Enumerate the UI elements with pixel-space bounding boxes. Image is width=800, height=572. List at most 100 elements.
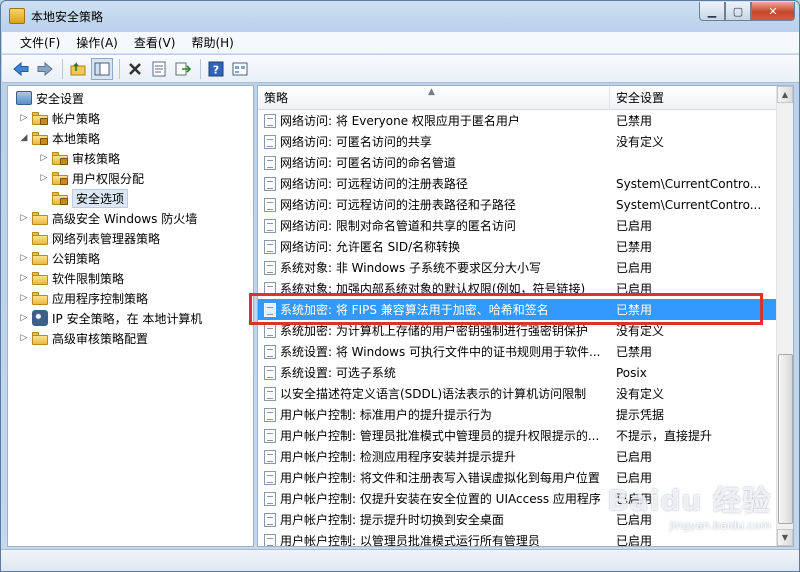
- policy-cell: 系统设置: 将 Windows 可执行文件中的证书规则用于软件...: [258, 343, 610, 360]
- scroll-up-button[interactable]: ▲: [777, 86, 793, 103]
- tree-item-label: 帐户策略: [52, 111, 101, 126]
- policy-icon: [264, 176, 276, 191]
- table-row[interactable]: 网络访问: 允许匿名 SID/名称转换 已禁用: [258, 236, 778, 257]
- menu-view[interactable]: 查看(V): [126, 33, 184, 53]
- title-bar[interactable]: 本地安全策略 ▁ ▢ ✕: [1, 1, 799, 31]
- chevron-up-icon: ▲: [781, 90, 789, 99]
- collapsed-arrow-icon[interactable]: ▷: [18, 273, 30, 283]
- help-button[interactable]: ?: [205, 58, 227, 80]
- table-row[interactable]: 以安全描述符定义语言(SDDL)语法表示的计算机访问限制 没有定义: [258, 383, 778, 404]
- collapsed-arrow-icon[interactable]: ▷: [38, 153, 50, 163]
- view-icon: [232, 62, 248, 75]
- export-icon: [175, 62, 191, 75]
- delete-button[interactable]: [124, 58, 146, 80]
- table-row[interactable]: 网络访问: 将 Everyone 权限应用于匿名用户 已禁用: [258, 110, 778, 131]
- table-row[interactable]: 系统设置: 将 Windows 可执行文件中的证书规则用于软件... 已禁用: [258, 341, 778, 362]
- scroll-down-button[interactable]: ▼: [777, 529, 793, 546]
- view-button[interactable]: [229, 58, 251, 80]
- close-button[interactable]: ✕: [751, 2, 795, 21]
- security-setting-value: 没有定义: [616, 387, 665, 401]
- maximize-button[interactable]: ▢: [725, 2, 751, 21]
- collapsed-arrow-icon[interactable]: ▷: [18, 293, 30, 303]
- menu-action[interactable]: 操作(A): [68, 33, 126, 53]
- show-hide-tree-button[interactable]: [91, 57, 113, 80]
- collapsed-arrow-icon[interactable]: ▷: [18, 113, 30, 123]
- policy-icon: [264, 134, 276, 149]
- tree-item[interactable]: ▷ 帐户策略: [18, 108, 100, 128]
- table-row[interactable]: 用户帐户控制: 检测应用程序安装并提示提升 已启用: [258, 446, 778, 467]
- back-arrow-icon: [13, 61, 29, 76]
- table-row[interactable]: 用户帐户控制: 标准用户的提升提示行为 提示凭据: [258, 404, 778, 425]
- collapsed-arrow-icon[interactable]: ▷: [38, 173, 50, 183]
- policy-icon: [264, 491, 276, 506]
- table-row[interactable]: 网络访问: 可远程访问的注册表路径和子路径 System\CurrentContr…: [258, 194, 778, 215]
- forward-button[interactable]: [34, 58, 56, 80]
- policy-icon: [264, 302, 276, 317]
- tree-item-root[interactable]: 安全设置: [12, 88, 84, 108]
- vertical-scrollbar[interactable]: ▲ ▼: [776, 86, 793, 546]
- security-setting-value: 没有定义: [616, 135, 665, 149]
- policy-cell: 用户帐户控制: 将文件和注册表写入错误虚拟化到每用户位置: [258, 469, 610, 486]
- column-header-policy[interactable]: ▲ 策略: [258, 86, 610, 110]
- tree-item[interactable]: ◢ 本地策略: [18, 128, 100, 148]
- tree-item[interactable]: ▷ 软件限制策略: [18, 268, 124, 288]
- tree-item[interactable]: ▷ 用户权限分配: [38, 168, 144, 188]
- policy-cell: 系统加密: 将 FIPS 兼容算法用于加密、哈希和签名: [258, 301, 610, 318]
- collapsed-arrow-icon[interactable]: ▷: [18, 333, 30, 343]
- table-row-selected[interactable]: 系统加密: 将 FIPS 兼容算法用于加密、哈希和签名 已禁用: [258, 299, 778, 320]
- collapsed-arrow-icon[interactable]: ▷: [18, 213, 30, 223]
- table-row[interactable]: 用户帐户控制: 以管理员批准模式运行所有管理员 已启用: [258, 530, 778, 547]
- menu-help[interactable]: 帮助(H): [183, 33, 241, 53]
- tree-item[interactable]: ▷ 高级审核策略配置: [18, 328, 148, 348]
- table-row[interactable]: 网络访问: 限制对命名管道和共享的匿名访问 已启用: [258, 215, 778, 236]
- forward-arrow-icon: [37, 61, 53, 76]
- tree-item[interactable]: ▷ 应用程序控制策略: [18, 288, 148, 308]
- table-row[interactable]: 网络访问: 可匿名访问的共享 没有定义: [258, 131, 778, 152]
- policy-icon: [264, 113, 276, 128]
- policy-list[interactable]: ▲ 策略 安全设置 网络访问: 将 Everyone 权限应用于匿名用户 已禁用网…: [257, 85, 794, 547]
- export-list-button[interactable]: [172, 58, 194, 80]
- table-row[interactable]: 系统对象: 非 Windows 子系统不要求区分大小写 已启用: [258, 257, 778, 278]
- folder-icon: [32, 231, 48, 245]
- tree-item-label: 安全设置: [36, 91, 85, 106]
- up-one-level-button[interactable]: [67, 58, 89, 80]
- security-setting-value: 已禁用: [616, 114, 653, 128]
- tree-item[interactable]: 安全选项: [38, 188, 129, 208]
- up-folder-icon: [70, 61, 86, 75]
- policy-name: 用户帐户控制: 检测应用程序安装并提示提升: [280, 450, 516, 464]
- tree-item[interactable]: ▷ 公钥策略: [18, 248, 100, 268]
- table-row[interactable]: 网络访问: 可远程访问的注册表路径 System\CurrentContro...: [258, 173, 778, 194]
- policy-cell: 网络访问: 限制对命名管道和共享的匿名访问: [258, 217, 610, 234]
- table-row[interactable]: 系统对象: 加强内部系统对象的默认权限(例如，符号链接) 已启用: [258, 278, 778, 299]
- tree-item[interactable]: ▷ 高级安全 Windows 防火墙: [18, 208, 197, 228]
- back-button[interactable]: [10, 58, 32, 80]
- table-row[interactable]: 系统加密: 为计算机上存储的用户密钥强制进行强密钥保护 没有定义: [258, 320, 778, 341]
- policy-icon: [264, 218, 276, 233]
- collapsed-arrow-icon[interactable]: ▷: [18, 313, 30, 323]
- policy-name: 用户帐户控制: 仅提升安装在安全位置的 UIAccess 应用程序: [280, 492, 601, 506]
- tree-item[interactable]: ▷ 审核策略: [38, 148, 120, 168]
- watermark-text: Baidu 经验: [607, 484, 771, 517]
- tree-item[interactable]: 网络列表管理器策略: [18, 228, 160, 248]
- collapsed-arrow-icon[interactable]: ▷: [18, 253, 30, 263]
- policy-icon: [264, 239, 276, 254]
- security-settings-icon: [16, 91, 32, 105]
- minimize-button[interactable]: ▁: [699, 2, 725, 21]
- properties-button[interactable]: [148, 58, 170, 80]
- security-setting-value: 已启用: [616, 534, 653, 547]
- tree-item-label: IP 安全策略，在 本地计算机: [52, 311, 203, 326]
- ip-security-icon: [32, 310, 48, 326]
- policy-cell: 网络访问: 可匿名访问的命名管道: [258, 154, 610, 171]
- table-row[interactable]: 系统设置: 可选子系统 Posix: [258, 362, 778, 383]
- tree-item[interactable]: ▷ IP 安全策略，在 本地计算机: [18, 308, 202, 328]
- table-row[interactable]: 用户帐户控制: 管理员批准模式中管理员的提升权限提示的... 不提示，直接提升: [258, 425, 778, 446]
- policy-name: 系统对象: 加强内部系统对象的默认权限(例如，符号链接): [280, 282, 586, 296]
- navigation-tree[interactable]: 安全设置 ▷ 帐户策略 ◢ 本地策略 ▷ 审核策略 ▷ 用户权限分配 安全选项 ▷ 高级安全 Win…: [7, 85, 254, 547]
- scrollbar-thumb[interactable]: [778, 354, 793, 524]
- column-header-label: 安全设置: [616, 91, 665, 105]
- folder-icon: [32, 211, 48, 225]
- table-row[interactable]: 网络访问: 可匿名访问的命名管道: [258, 152, 778, 173]
- expanded-arrow-icon[interactable]: ◢: [18, 133, 30, 143]
- menu-file[interactable]: 文件(F): [2, 33, 68, 53]
- column-header-security-setting[interactable]: 安全设置: [610, 86, 778, 110]
